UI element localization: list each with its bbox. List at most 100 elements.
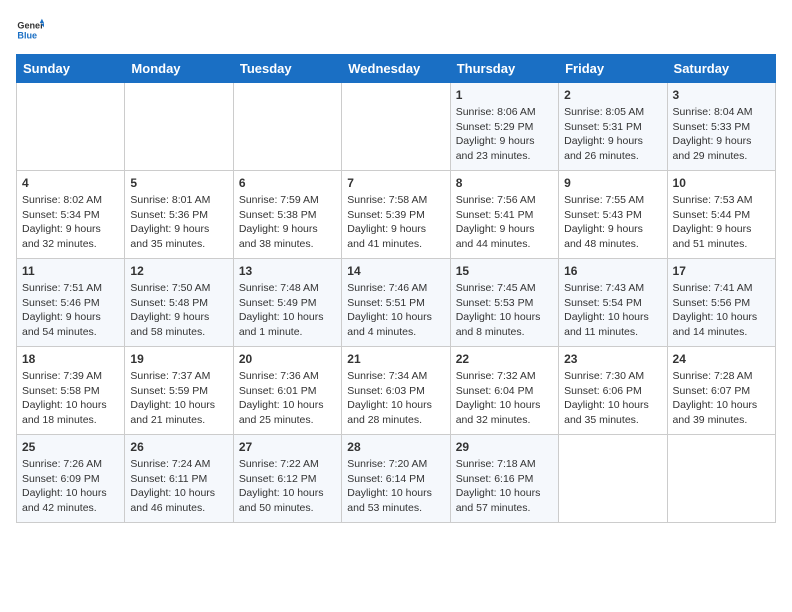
day-content: Sunrise: 7:22 AM Sunset: 6:12 PM Dayligh…	[239, 457, 336, 516]
day-number: 15	[456, 264, 553, 278]
day-number: 27	[239, 440, 336, 454]
day-number: 21	[347, 352, 444, 366]
day-content: Sunrise: 7:48 AM Sunset: 5:49 PM Dayligh…	[239, 281, 336, 340]
day-number: 12	[130, 264, 227, 278]
day-number: 26	[130, 440, 227, 454]
calendar-week-1: 1Sunrise: 8:06 AM Sunset: 5:29 PM Daylig…	[17, 83, 776, 171]
calendar-cell: 8 Sunrise: 7:56 AM Sunset: 5:41 PM Daylig…	[450, 171, 558, 259]
day-number: 25	[22, 440, 119, 454]
day-content: Sunrise: 7:30 AM Sunset: 6:06 PM Dayligh…	[564, 369, 661, 428]
calendar-cell: 26Sunrise: 7:24 AM Sunset: 6:11 PM Dayli…	[125, 435, 233, 523]
calendar-cell	[125, 83, 233, 171]
day-number: 4	[22, 176, 119, 190]
calendar-cell: 9 Sunrise: 7:55 AM Sunset: 5:43 PM Daylig…	[559, 171, 667, 259]
day-content: Sunrise: 7:37 AM Sunset: 5:59 PM Dayligh…	[130, 369, 227, 428]
calendar-week-2: 4 Sunrise: 8:02 AM Sunset: 5:34 PM Daylig…	[17, 171, 776, 259]
day-number: 29	[456, 440, 553, 454]
calendar-cell: 16Sunrise: 7:43 AM Sunset: 5:54 PM Dayli…	[559, 259, 667, 347]
day-number: 23	[564, 352, 661, 366]
day-content: Sunrise: 7:50 AM Sunset: 5:48 PM Dayligh…	[130, 281, 227, 340]
day-number: 6	[239, 176, 336, 190]
calendar-cell: 12 Sunrise: 7:50 AM Sunset: 5:48 PM Dayli…	[125, 259, 233, 347]
col-header-monday: Monday	[125, 55, 233, 83]
calendar-cell	[17, 83, 125, 171]
calendar-cell: 27 Sunrise: 7:22 AM Sunset: 6:12 PM Dayli…	[233, 435, 341, 523]
calendar-cell: 11Sunrise: 7:51 AM Sunset: 5:46 PM Dayli…	[17, 259, 125, 347]
day-content: Sunrise: 8:01 AM Sunset: 5:36 PM Dayligh…	[130, 193, 227, 252]
calendar-table: SundayMondayTuesdayWednesdayThursdayFrid…	[16, 54, 776, 523]
calendar-cell: 5 Sunrise: 8:01 AM Sunset: 5:36 PM Daylig…	[125, 171, 233, 259]
day-content: Sunrise: 7:56 AM Sunset: 5:41 PM Dayligh…	[456, 193, 553, 252]
calendar-week-5: 25 Sunrise: 7:26 AM Sunset: 6:09 PM Dayli…	[17, 435, 776, 523]
calendar-header-row: SundayMondayTuesdayWednesdayThursdayFrid…	[17, 55, 776, 83]
calendar-cell: 25 Sunrise: 7:26 AM Sunset: 6:09 PM Dayli…	[17, 435, 125, 523]
calendar-cell: 4 Sunrise: 8:02 AM Sunset: 5:34 PM Daylig…	[17, 171, 125, 259]
day-content: Sunrise: 7:59 AM Sunset: 5:38 PM Dayligh…	[239, 193, 336, 252]
day-content: Sunrise: 8:04 AM Sunset: 5:33 PM Dayligh…	[673, 105, 770, 164]
calendar-cell: 15 Sunrise: 7:45 AM Sunset: 5:53 PM Dayli…	[450, 259, 558, 347]
day-content: Sunrise: 8:02 AM Sunset: 5:34 PM Dayligh…	[22, 193, 119, 252]
calendar-cell: 6 Sunrise: 7:59 AM Sunset: 5:38 PM Daylig…	[233, 171, 341, 259]
day-content: Sunrise: 7:55 AM Sunset: 5:43 PM Dayligh…	[564, 193, 661, 252]
day-content: Sunrise: 7:18 AM Sunset: 6:16 PM Dayligh…	[456, 457, 553, 516]
day-content: Sunrise: 7:28 AM Sunset: 6:07 PM Dayligh…	[673, 369, 770, 428]
calendar-cell: 23 Sunrise: 7:30 AM Sunset: 6:06 PM Dayli…	[559, 347, 667, 435]
day-number: 7	[347, 176, 444, 190]
col-header-sunday: Sunday	[17, 55, 125, 83]
day-number: 2	[564, 88, 661, 102]
calendar-cell: 13 Sunrise: 7:48 AM Sunset: 5:49 PM Dayli…	[233, 259, 341, 347]
calendar-cell: 1Sunrise: 8:06 AM Sunset: 5:29 PM Daylig…	[450, 83, 558, 171]
day-content: Sunrise: 7:26 AM Sunset: 6:09 PM Dayligh…	[22, 457, 119, 516]
calendar-cell: 20Sunrise: 7:36 AM Sunset: 6:01 PM Dayli…	[233, 347, 341, 435]
day-content: Sunrise: 7:51 AM Sunset: 5:46 PM Dayligh…	[22, 281, 119, 340]
day-number: 5	[130, 176, 227, 190]
day-number: 28	[347, 440, 444, 454]
calendar-cell: 17 Sunrise: 7:41 AM Sunset: 5:56 PM Dayli…	[667, 259, 775, 347]
day-content: Sunrise: 8:06 AM Sunset: 5:29 PM Dayligh…	[456, 105, 553, 164]
day-content: Sunrise: 7:32 AM Sunset: 6:04 PM Dayligh…	[456, 369, 553, 428]
day-number: 13	[239, 264, 336, 278]
logo-icon: General Blue	[16, 16, 44, 44]
day-number: 17	[673, 264, 770, 278]
day-content: Sunrise: 7:58 AM Sunset: 5:39 PM Dayligh…	[347, 193, 444, 252]
col-header-wednesday: Wednesday	[342, 55, 450, 83]
calendar-cell: 21 Sunrise: 7:34 AM Sunset: 6:03 PM Dayli…	[342, 347, 450, 435]
calendar-cell: 28 Sunrise: 7:20 AM Sunset: 6:14 PM Dayli…	[342, 435, 450, 523]
col-header-thursday: Thursday	[450, 55, 558, 83]
day-number: 22	[456, 352, 553, 366]
calendar-cell	[233, 83, 341, 171]
calendar-week-4: 18Sunrise: 7:39 AM Sunset: 5:58 PM Dayli…	[17, 347, 776, 435]
col-header-saturday: Saturday	[667, 55, 775, 83]
calendar-cell: 24 Sunrise: 7:28 AM Sunset: 6:07 PM Dayli…	[667, 347, 775, 435]
day-content: Sunrise: 7:34 AM Sunset: 6:03 PM Dayligh…	[347, 369, 444, 428]
day-number: 8	[456, 176, 553, 190]
svg-text:General: General	[17, 21, 44, 31]
logo: General Blue	[16, 16, 48, 44]
day-number: 9	[564, 176, 661, 190]
page-header: General Blue	[16, 16, 776, 44]
calendar-cell: 14 Sunrise: 7:46 AM Sunset: 5:51 PM Dayli…	[342, 259, 450, 347]
calendar-cell: 29 Sunrise: 7:18 AM Sunset: 6:16 PM Dayli…	[450, 435, 558, 523]
day-content: Sunrise: 7:45 AM Sunset: 5:53 PM Dayligh…	[456, 281, 553, 340]
calendar-cell: 3Sunrise: 8:04 AM Sunset: 5:33 PM Daylig…	[667, 83, 775, 171]
col-header-friday: Friday	[559, 55, 667, 83]
calendar-cell: 19 Sunrise: 7:37 AM Sunset: 5:59 PM Dayli…	[125, 347, 233, 435]
calendar-cell	[342, 83, 450, 171]
calendar-cell: 22 Sunrise: 7:32 AM Sunset: 6:04 PM Dayli…	[450, 347, 558, 435]
day-content: Sunrise: 7:20 AM Sunset: 6:14 PM Dayligh…	[347, 457, 444, 516]
day-content: Sunrise: 7:46 AM Sunset: 5:51 PM Dayligh…	[347, 281, 444, 340]
day-content: Sunrise: 7:36 AM Sunset: 6:01 PM Dayligh…	[239, 369, 336, 428]
calendar-cell: 18Sunrise: 7:39 AM Sunset: 5:58 PM Dayli…	[17, 347, 125, 435]
day-number: 10	[673, 176, 770, 190]
day-number: 16	[564, 264, 661, 278]
day-number: 19	[130, 352, 227, 366]
day-content: Sunrise: 7:41 AM Sunset: 5:56 PM Dayligh…	[673, 281, 770, 340]
calendar-week-3: 11Sunrise: 7:51 AM Sunset: 5:46 PM Dayli…	[17, 259, 776, 347]
day-content: Sunrise: 7:39 AM Sunset: 5:58 PM Dayligh…	[22, 369, 119, 428]
day-number: 14	[347, 264, 444, 278]
day-content: Sunrise: 7:53 AM Sunset: 5:44 PM Dayligh…	[673, 193, 770, 252]
calendar-cell	[667, 435, 775, 523]
day-number: 24	[673, 352, 770, 366]
calendar-body: 1Sunrise: 8:06 AM Sunset: 5:29 PM Daylig…	[17, 83, 776, 523]
calendar-cell: 2Sunrise: 8:05 AM Sunset: 5:31 PM Daylig…	[559, 83, 667, 171]
